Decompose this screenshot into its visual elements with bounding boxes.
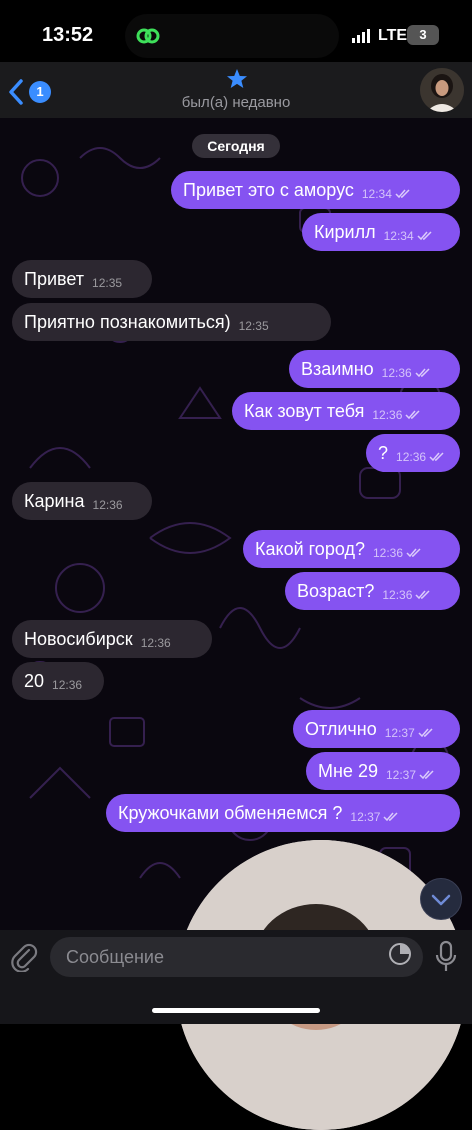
message-bubble-in[interactable]: Приятно познакомиться) 12:35	[12, 303, 331, 341]
message-text: Привет это с аморус	[183, 179, 354, 200]
message-bubble-in[interactable]: Новосибирск 12:36	[12, 620, 212, 658]
message-text: Возраст?	[297, 580, 375, 601]
message-time: 12:36	[140, 636, 171, 650]
signal-icon	[352, 29, 370, 43]
read-checks-icon	[415, 590, 430, 600]
avatar[interactable]	[420, 68, 464, 112]
read-checks-icon	[406, 548, 421, 558]
message-bubble-in[interactable]: Карина 12:36	[12, 482, 152, 520]
battery-indicator: 3	[407, 25, 439, 45]
message-text: Мне 29	[318, 760, 378, 781]
message-text: Кирилл	[314, 221, 376, 242]
message-text: Какой город?	[255, 538, 365, 559]
message-time: 12:35	[238, 319, 269, 333]
message-bubble-out[interactable]: Привет это с аморус 12:34	[171, 171, 460, 209]
read-checks-icon	[418, 728, 433, 738]
star-icon	[227, 69, 247, 88]
message-time: 12:34	[383, 229, 414, 243]
scroll-down-icon	[431, 894, 451, 906]
date-divider: Сегодня	[192, 134, 280, 158]
message-bubble-out[interactable]: Взаимно 12:36	[289, 350, 460, 388]
message-time: 12:37	[384, 726, 415, 740]
message-time: 12:36	[381, 366, 412, 380]
message-time: 12:34	[361, 187, 392, 201]
read-checks-icon	[405, 410, 420, 420]
message-text: Привет	[24, 268, 85, 289]
message-input[interactable]: Сообщение	[50, 937, 423, 977]
message-text: Как зовут тебя	[244, 400, 365, 421]
last-seen-status[interactable]: был(а) недавно	[0, 94, 472, 111]
message-text: Взаимно	[301, 358, 374, 379]
read-checks-icon	[419, 770, 434, 780]
message-time: 12:37	[385, 768, 416, 782]
read-checks-icon	[429, 452, 444, 462]
scroll-down-button[interactable]	[420, 878, 462, 920]
attach-icon[interactable]	[10, 942, 38, 972]
mic-icon[interactable]	[434, 940, 458, 974]
network-type: LTE	[378, 27, 408, 44]
message-bubble-out[interactable]: Отлично 12:37	[293, 710, 460, 748]
message-text: Карина	[24, 490, 85, 511]
message-bubble-out[interactable]: Кирилл 12:34	[302, 213, 460, 251]
message-bubble-in[interactable]: 20 12:36	[12, 662, 104, 700]
message-text: 20	[24, 670, 45, 691]
read-checks-icon	[417, 231, 432, 241]
message-time: 12:36	[396, 450, 427, 464]
message-time: 12:36	[52, 678, 83, 692]
read-checks-icon	[395, 189, 410, 199]
message-time: 12:36	[372, 546, 403, 560]
message-bubble-out[interactable]: Как зовут тебя 12:36	[232, 392, 460, 430]
message-time: 12:36	[382, 588, 413, 602]
message-text: Кружочками обменяемся ?	[118, 802, 343, 823]
message-bubble-out[interactable]: ? 12:36	[366, 434, 460, 472]
message-time: 12:36	[372, 408, 403, 422]
home-indicator[interactable]	[152, 1008, 320, 1013]
read-checks-icon	[415, 368, 430, 378]
link-icon	[136, 28, 160, 44]
message-text: Новосибирск	[24, 628, 133, 649]
message-time: 12:35	[92, 276, 123, 290]
message-bubble-out[interactable]: Какой город? 12:36	[243, 530, 460, 568]
chat-header: 1 был(а) недавно	[0, 62, 472, 118]
message-bubble-out[interactable]: Мне 29 12:37	[306, 752, 460, 790]
message-text: Отлично	[305, 718, 377, 739]
message-bubble-out[interactable]: Кружочками обменяемся ? 12:37	[106, 794, 460, 832]
message-bubble-in[interactable]: Привет 12:35	[12, 260, 152, 298]
status-time: 13:52	[42, 24, 94, 46]
sticker-icon[interactable]	[388, 942, 412, 966]
message-time: 12:36	[92, 498, 123, 512]
message-text: ?	[378, 442, 389, 463]
dynamic-island	[125, 14, 339, 58]
avatar-photo	[420, 68, 464, 112]
message-bubble-out[interactable]: Возраст? 12:36	[285, 572, 460, 610]
status-bar: 13:52 LTE 3	[0, 0, 472, 62]
message-time: 12:37	[350, 810, 381, 824]
message-text: Приятно познакомиться)	[24, 311, 231, 332]
read-checks-icon	[383, 812, 398, 822]
